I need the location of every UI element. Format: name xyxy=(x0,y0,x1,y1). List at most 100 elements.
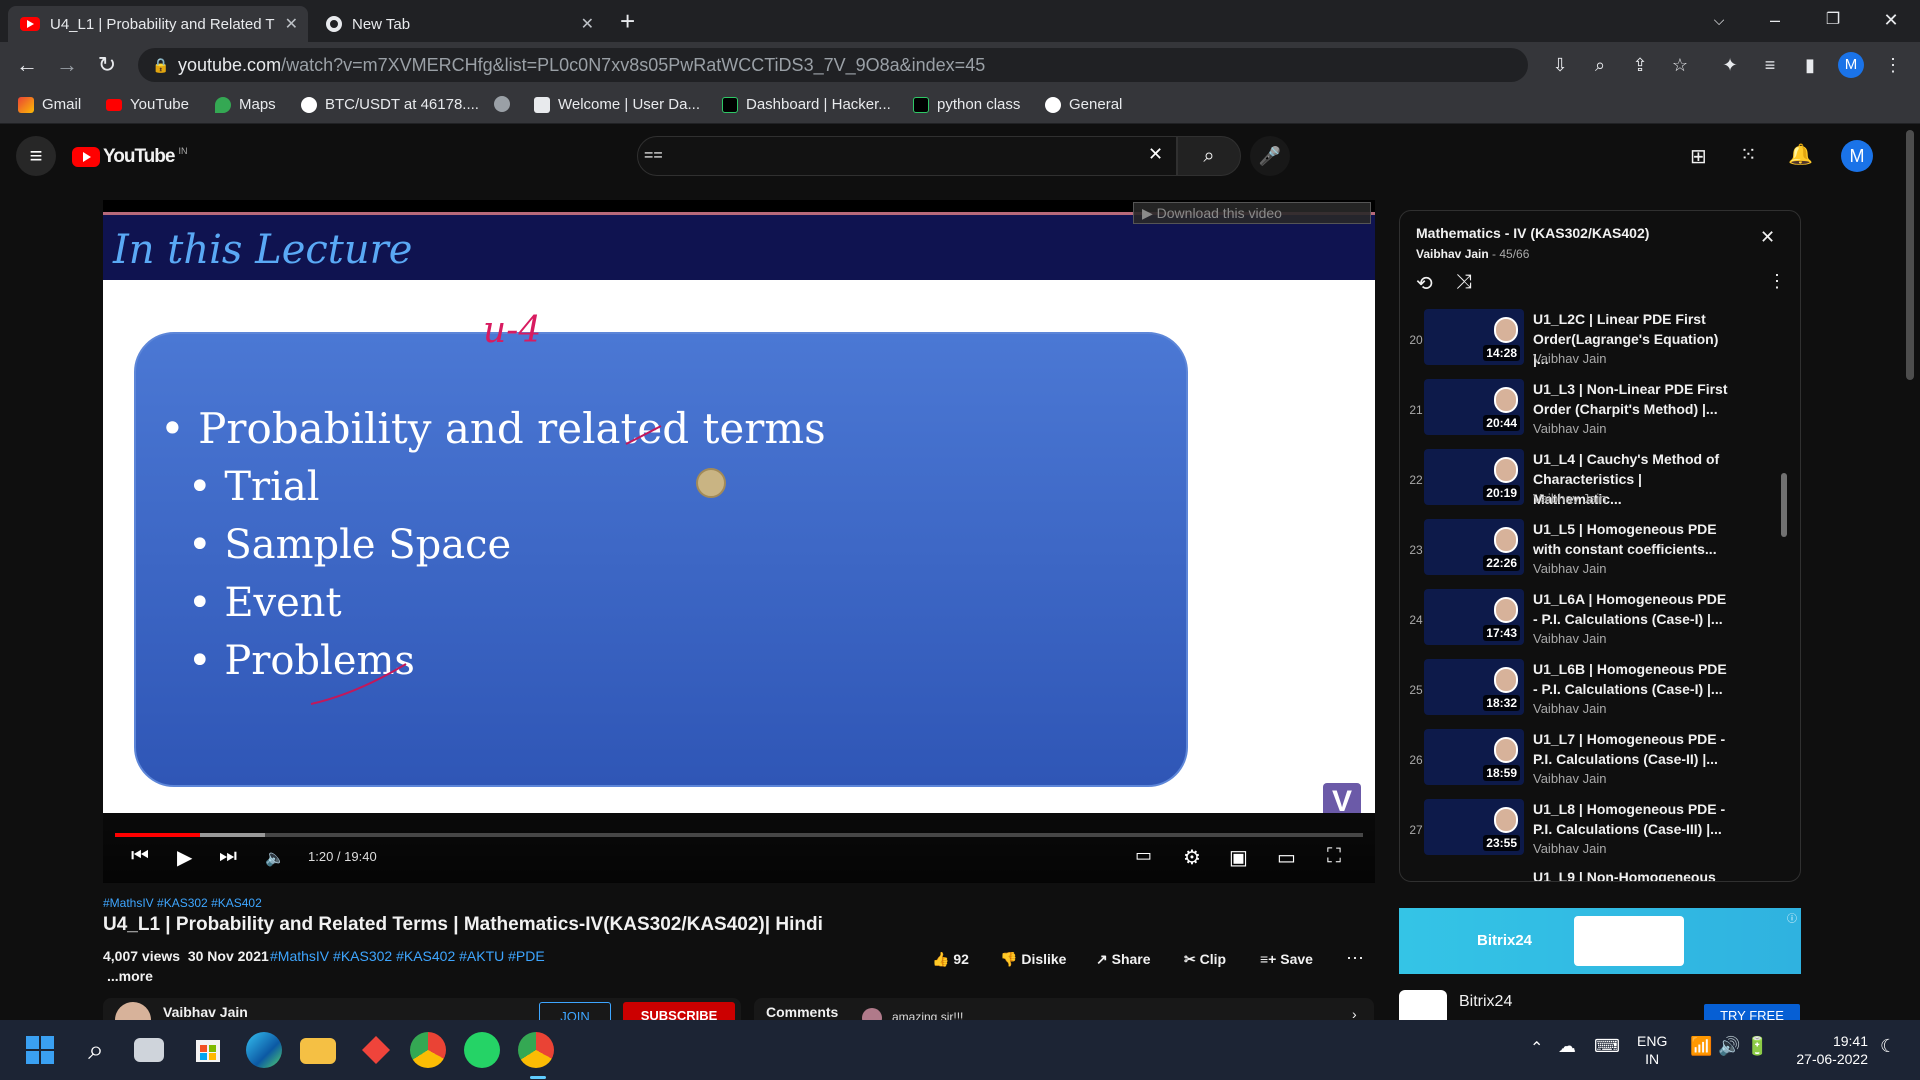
windows-start-icon[interactable] xyxy=(22,1032,58,1068)
task-view-icon[interactable] xyxy=(134,1038,164,1062)
side-panel-icon[interactable]: ▮ xyxy=(1795,50,1825,80)
reload-icon[interactable]: ↻ xyxy=(92,50,122,80)
play-icon[interactable]: ▶ xyxy=(177,845,192,870)
wifi-icon[interactable]: 📶 xyxy=(1690,1036,1712,1057)
settings-gear-icon[interactable]: ⚙ xyxy=(1183,845,1201,870)
fullscreen-icon[interactable]: ⛶ xyxy=(1327,845,1341,868)
microphone-icon[interactable]: 🎤 xyxy=(1250,136,1290,176)
playlist-next-partial[interactable]: U1_L9 | Non-Homogeneous xyxy=(1533,869,1716,881)
channel-avatar[interactable] xyxy=(115,1002,151,1020)
playlist-item-thumbnail[interactable]: 18:32 xyxy=(1424,659,1524,715)
account-avatar[interactable]: M xyxy=(1841,140,1873,172)
apps-grid-icon[interactable]: ⁙ xyxy=(1740,142,1757,167)
channel-name[interactable]: Vaibhav Jain xyxy=(163,1004,248,1020)
playlist-item-thumbnail[interactable]: 20:44 xyxy=(1424,379,1524,435)
profile-avatar[interactable]: M xyxy=(1838,52,1864,78)
close-window-button[interactable]: ✕ xyxy=(1868,4,1914,36)
bookmark-welcome[interactable]: Welcome | User Da... xyxy=(534,96,700,113)
playlist-item[interactable]: 23 22:26 U1_L5 | Homogeneous PDE with cons… xyxy=(1400,517,1800,587)
volume-icon[interactable]: 🔊 xyxy=(1718,1036,1740,1057)
playlist-item-thumbnail[interactable]: 23:55 xyxy=(1424,799,1524,855)
search-button[interactable]: ⌕ xyxy=(1177,136,1241,176)
back-arrow-icon[interactable]: ← xyxy=(12,50,42,80)
chrome-menu-icon[interactable]: ⋮ xyxy=(1878,50,1908,80)
bookmark-star-icon[interactable]: ☆ xyxy=(1665,50,1695,80)
download-video-button[interactable]: ▶ Download this video xyxy=(1133,202,1371,224)
anydesk-icon[interactable] xyxy=(358,1032,394,1068)
bookmark-globe[interactable] xyxy=(494,96,518,112)
progress-bar[interactable] xyxy=(115,833,1363,837)
notifications-bell-icon[interactable]: 🔔 xyxy=(1788,142,1813,167)
close-tab-icon[interactable]: ✕ xyxy=(285,14,298,34)
theater-mode-icon[interactable]: ▭ xyxy=(1277,845,1296,870)
playlist-item[interactable]: 21 20:44 U1_L3 | Non-Linear PDE First Orde… xyxy=(1400,377,1800,447)
like-button[interactable]: 👍 92 xyxy=(932,951,969,968)
microsoft-store-icon[interactable] xyxy=(190,1032,226,1068)
close-tab-icon[interactable]: ✕ xyxy=(581,14,594,34)
hamburger-menu-icon[interactable]: ≡ xyxy=(16,136,56,176)
show-more-link[interactable]: ...more xyxy=(107,968,153,984)
ad-banner[interactable]: Bitrix24 ⓘ xyxy=(1399,908,1801,974)
edge-browser-icon[interactable] xyxy=(246,1032,282,1068)
forward-arrow-icon[interactable]: → xyxy=(52,50,82,80)
battery-icon[interactable]: 🔋 xyxy=(1746,1036,1768,1057)
notification-center-icon[interactable]: ☾ xyxy=(1880,1036,1896,1057)
tab-new-tab[interactable]: New Tab ✕ xyxy=(314,6,604,42)
dislike-button[interactable]: 👎 Dislike xyxy=(1000,951,1066,968)
bookmark-maps[interactable]: Maps xyxy=(215,96,276,113)
tab-search-chevron-icon[interactable]: ⌵ xyxy=(1696,4,1742,36)
language-indicator[interactable]: ENG IN xyxy=(1637,1032,1667,1068)
media-control-icon[interactable]: ≡ xyxy=(1755,50,1785,80)
playlist-scrollbar[interactable] xyxy=(1781,473,1787,537)
zoom-icon[interactable]: ⌕ xyxy=(1585,50,1615,80)
keyboard-icon[interactable]: ⌨ xyxy=(1594,1036,1620,1057)
join-button[interactable]: JOIN xyxy=(539,1002,611,1020)
playlist-item[interactable]: 25 18:32 U1_L6B | Homogeneous PDE - P.I. C… xyxy=(1400,657,1800,727)
search-icon[interactable]: ⌕ xyxy=(78,1032,114,1068)
previous-icon[interactable]: ⏮ xyxy=(131,845,149,868)
playlist-item-thumbnail[interactable]: 14:28 xyxy=(1424,309,1524,365)
more-actions-icon[interactable]: ⋯ xyxy=(1346,948,1364,969)
bookmark-python-class[interactable]: python class xyxy=(913,96,1020,113)
ad-cta-button[interactable]: TRY FREE xyxy=(1704,1004,1800,1020)
save-button[interactable]: ≡+ Save xyxy=(1260,951,1313,967)
playlist-item[interactable]: 27 23:55 U1_L8 | Homogeneous PDE - P.I. Ca… xyxy=(1400,797,1800,867)
playlist-item[interactable]: 22 20:19 U1_L4 | Cauchy's Method of Charac… xyxy=(1400,447,1800,517)
onedrive-cloud-icon[interactable]: ☁ xyxy=(1558,1036,1576,1057)
playlist-item[interactable]: 26 18:59 U1_L7 | Homogeneous PDE - P.I. Ca… xyxy=(1400,727,1800,797)
share-icon[interactable]: ⇪ xyxy=(1625,50,1655,80)
loop-icon[interactable]: ⟲ xyxy=(1416,271,1433,296)
chrome-icon[interactable] xyxy=(410,1032,446,1068)
subscribe-button[interactable]: SUBSCRIBE xyxy=(623,1002,735,1020)
ad-name[interactable]: Bitrix24 xyxy=(1459,993,1512,1011)
clear-search-icon[interactable]: ✕ xyxy=(1148,144,1163,165)
extensions-puzzle-icon[interactable]: ✦ xyxy=(1715,50,1745,80)
playlist-item[interactable]: 24 17:43 U1_L6A | Homogeneous PDE - P.I. C… xyxy=(1400,587,1800,657)
playlist-item-thumbnail[interactable]: 17:43 xyxy=(1424,589,1524,645)
miniplayer-icon[interactable]: ▣ xyxy=(1229,845,1248,870)
playlist-item[interactable]: 20 14:28 U1_L2C | Linear PDE First Order(L… xyxy=(1400,307,1800,377)
subtitles-icon[interactable]: ▭ xyxy=(1135,845,1152,866)
shuffle-icon[interactable]: ⤨ xyxy=(1456,271,1472,294)
youtube-logo[interactable]: YouTube IN xyxy=(72,146,187,168)
clip-button[interactable]: ✂ Clip xyxy=(1184,951,1226,968)
share-button[interactable]: ↗ Share xyxy=(1096,951,1151,968)
playlist-item-thumbnail[interactable]: 20:19 xyxy=(1424,449,1524,505)
comments-card[interactable]: Comments amazing sir!!! › xyxy=(754,998,1374,1020)
bookmark-youtube[interactable]: YouTube xyxy=(106,96,189,113)
video-hashtags[interactable]: #MathsIV #KAS302 #KAS402 xyxy=(103,896,262,910)
restore-button[interactable]: ❐ xyxy=(1810,4,1856,36)
address-bar[interactable]: 🔒 youtube.com/watch?v=m7XVMERCHfg&list=P… xyxy=(138,48,1528,82)
bookmark-btc[interactable]: BTC/USDT at 46178.... xyxy=(301,96,479,113)
tray-chevron-icon[interactable]: ⌃ xyxy=(1530,1038,1543,1058)
bookmark-hackerrank[interactable]: Dashboard | Hacker... xyxy=(722,96,891,113)
ad-info-icon[interactable]: ⓘ xyxy=(1787,910,1797,925)
playlist-menu-icon[interactable]: ⋮ xyxy=(1768,271,1786,292)
tab-video[interactable]: U4_L1 | Probability and Related T ✕ xyxy=(8,6,308,42)
install-app-icon[interactable]: ⇩ xyxy=(1545,50,1575,80)
playlist-item-thumbnail[interactable]: 18:59 xyxy=(1424,729,1524,785)
description-tags[interactable]: #MathsIV #KAS302 #KAS402 #AKTU #PDE xyxy=(270,948,545,964)
file-explorer-icon[interactable] xyxy=(300,1038,336,1064)
close-playlist-icon[interactable]: ✕ xyxy=(1760,227,1775,248)
clock[interactable]: 19:41 27-06-2022 xyxy=(1786,1032,1868,1068)
